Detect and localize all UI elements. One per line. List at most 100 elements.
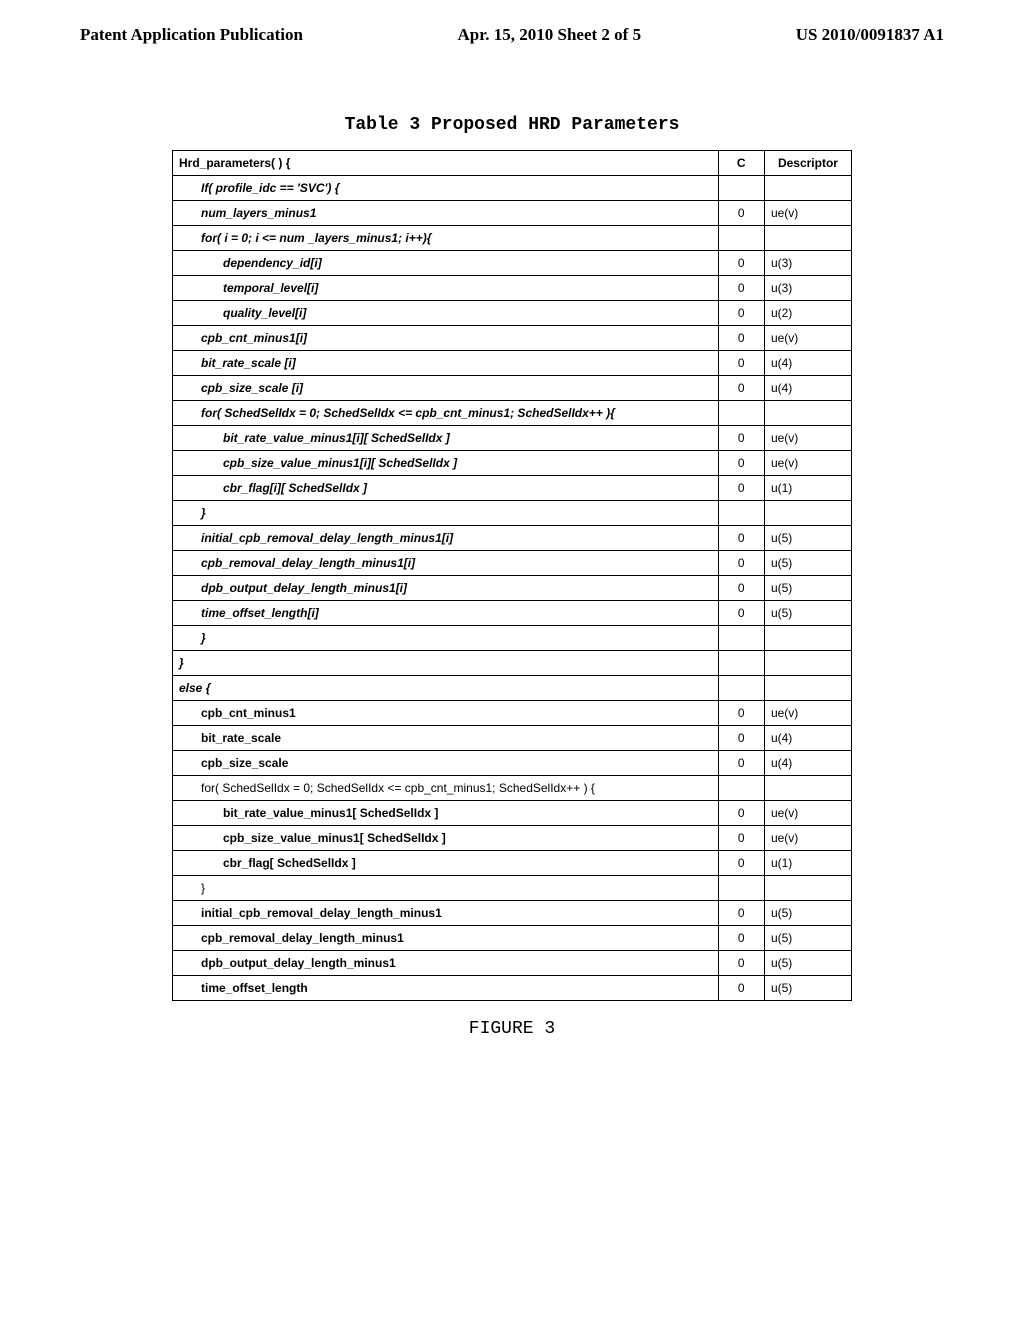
- row-descriptor: u(4): [764, 351, 851, 376]
- row-descriptor: [764, 876, 851, 901]
- table-row: for( SchedSelIdx = 0; SchedSelIdx <= cpb…: [173, 401, 852, 426]
- table-row: cpb_cnt_minus1[i]0ue(v): [173, 326, 852, 351]
- row-category: 0: [718, 701, 764, 726]
- row-category: 0: [718, 376, 764, 401]
- row-descriptor: ue(v): [764, 801, 851, 826]
- row-text: cbr_flag[i][ SchedSelIdx ]: [173, 476, 719, 501]
- row-text: quality_level[i]: [173, 301, 719, 326]
- table-row: temporal_level[i]0u(3): [173, 276, 852, 301]
- row-descriptor: ue(v): [764, 451, 851, 476]
- row-category: 0: [718, 426, 764, 451]
- row-category: [718, 226, 764, 251]
- header-right: US 2010/0091837 A1: [796, 25, 944, 45]
- table-row: cbr_flag[i][ SchedSelIdx ]0u(1): [173, 476, 852, 501]
- page-header: Patent Application Publication Apr. 15, …: [0, 0, 1024, 45]
- row-text: }: [173, 626, 719, 651]
- row-category: [718, 501, 764, 526]
- row-category: 0: [718, 326, 764, 351]
- row-descriptor: [764, 176, 851, 201]
- table-row: for( SchedSelIdx = 0; SchedSelIdx <= cpb…: [173, 776, 852, 801]
- hrd-parameters-table: Hrd_parameters( ) { C Descriptor If( pro…: [172, 150, 852, 1001]
- row-text: cpb_removal_delay_length_minus1: [173, 926, 719, 951]
- table-row: for( i = 0; i <= num _layers_minus1; i++…: [173, 226, 852, 251]
- table-row: dpb_output_delay_length_minus10u(5): [173, 951, 852, 976]
- row-descriptor: u(5): [764, 576, 851, 601]
- row-category: [718, 876, 764, 901]
- row-category: 0: [718, 826, 764, 851]
- row-text: cpb_size_scale [i]: [173, 376, 719, 401]
- row-category: 0: [718, 351, 764, 376]
- row-descriptor: ue(v): [764, 326, 851, 351]
- table-row: bit_rate_value_minus1[i][ SchedSelIdx ]0…: [173, 426, 852, 451]
- table-row: cpb_removal_delay_length_minus10u(5): [173, 926, 852, 951]
- row-category: [718, 626, 764, 651]
- row-category: 0: [718, 276, 764, 301]
- table-row: quality_level[i]0u(2): [173, 301, 852, 326]
- table-row: dependency_id[i]0u(3): [173, 251, 852, 276]
- table-row: dpb_output_delay_length_minus1[i]0u(5): [173, 576, 852, 601]
- table-row: cbr_flag[ SchedSelIdx ]0u(1): [173, 851, 852, 876]
- table-row: time_offset_length0u(5): [173, 976, 852, 1001]
- row-category: 0: [718, 551, 764, 576]
- row-text: }: [173, 876, 719, 901]
- row-text: for( i = 0; i <= num _layers_minus1; i++…: [173, 226, 719, 251]
- row-category: 0: [718, 601, 764, 626]
- row-text: cpb_cnt_minus1: [173, 701, 719, 726]
- row-descriptor: u(5): [764, 976, 851, 1001]
- table-row: initial_cpb_removal_delay_length_minus1[…: [173, 526, 852, 551]
- row-descriptor: [764, 401, 851, 426]
- row-text: bit_rate_value_minus1[ SchedSelIdx ]: [173, 801, 719, 826]
- row-descriptor: u(1): [764, 851, 851, 876]
- table-row: cpb_cnt_minus10ue(v): [173, 701, 852, 726]
- table-wrapper: Hrd_parameters( ) { C Descriptor If( pro…: [172, 150, 852, 1001]
- row-text: for( SchedSelIdx = 0; SchedSelIdx <= cpb…: [173, 776, 719, 801]
- row-text: for( SchedSelIdx = 0; SchedSelIdx <= cpb…: [173, 401, 719, 426]
- row-text: }: [173, 651, 719, 676]
- row-category: 0: [718, 201, 764, 226]
- row-descriptor: [764, 776, 851, 801]
- row-descriptor: [764, 501, 851, 526]
- row-text: initial_cpb_removal_delay_length_minus1: [173, 901, 719, 926]
- row-category: 0: [718, 951, 764, 976]
- row-category: 0: [718, 526, 764, 551]
- table-row: If( profile_idc == 'SVC') {: [173, 176, 852, 201]
- row-text: cbr_flag[ SchedSelIdx ]: [173, 851, 719, 876]
- table-row: num_layers_minus10ue(v): [173, 201, 852, 226]
- row-category: 0: [718, 901, 764, 926]
- row-category: 0: [718, 926, 764, 951]
- row-text: dependency_id[i]: [173, 251, 719, 276]
- row-category: [718, 676, 764, 701]
- row-text: else {: [173, 676, 719, 701]
- row-text: bit_rate_scale [i]: [173, 351, 719, 376]
- row-text: cpb_size_scale: [173, 751, 719, 776]
- row-text: dpb_output_delay_length_minus1[i]: [173, 576, 719, 601]
- row-text: bit_rate_scale: [173, 726, 719, 751]
- row-category: [718, 776, 764, 801]
- row-text: time_offset_length: [173, 976, 719, 1001]
- row-text: If( profile_idc == 'SVC') {: [173, 176, 719, 201]
- table-row: cpb_size_scale0u(4): [173, 751, 852, 776]
- table-row: bit_rate_value_minus1[ SchedSelIdx ]0ue(…: [173, 801, 852, 826]
- row-category: 0: [718, 751, 764, 776]
- row-descriptor: u(5): [764, 926, 851, 951]
- row-text: num_layers_minus1: [173, 201, 719, 226]
- row-text: }: [173, 501, 719, 526]
- header-col-text: Hrd_parameters( ) {: [173, 151, 719, 176]
- row-descriptor: u(2): [764, 301, 851, 326]
- row-text: bit_rate_value_minus1[i][ SchedSelIdx ]: [173, 426, 719, 451]
- table-row: }: [173, 626, 852, 651]
- row-category: 0: [718, 251, 764, 276]
- row-descriptor: [764, 676, 851, 701]
- row-descriptor: u(4): [764, 751, 851, 776]
- row-category: 0: [718, 976, 764, 1001]
- row-category: 0: [718, 451, 764, 476]
- table-row: cpb_size_value_minus1[ SchedSelIdx ]0ue(…: [173, 826, 852, 851]
- table-title: Table 3 Proposed HRD Parameters: [0, 115, 1024, 135]
- row-text: cpb_removal_delay_length_minus1[i]: [173, 551, 719, 576]
- row-category: 0: [718, 576, 764, 601]
- table-row: cpb_size_value_minus1[i][ SchedSelIdx ]0…: [173, 451, 852, 476]
- table-row: }: [173, 876, 852, 901]
- row-text: cpb_cnt_minus1[i]: [173, 326, 719, 351]
- header-col-c: C: [718, 151, 764, 176]
- table-row: cpb_removal_delay_length_minus1[i]0u(5): [173, 551, 852, 576]
